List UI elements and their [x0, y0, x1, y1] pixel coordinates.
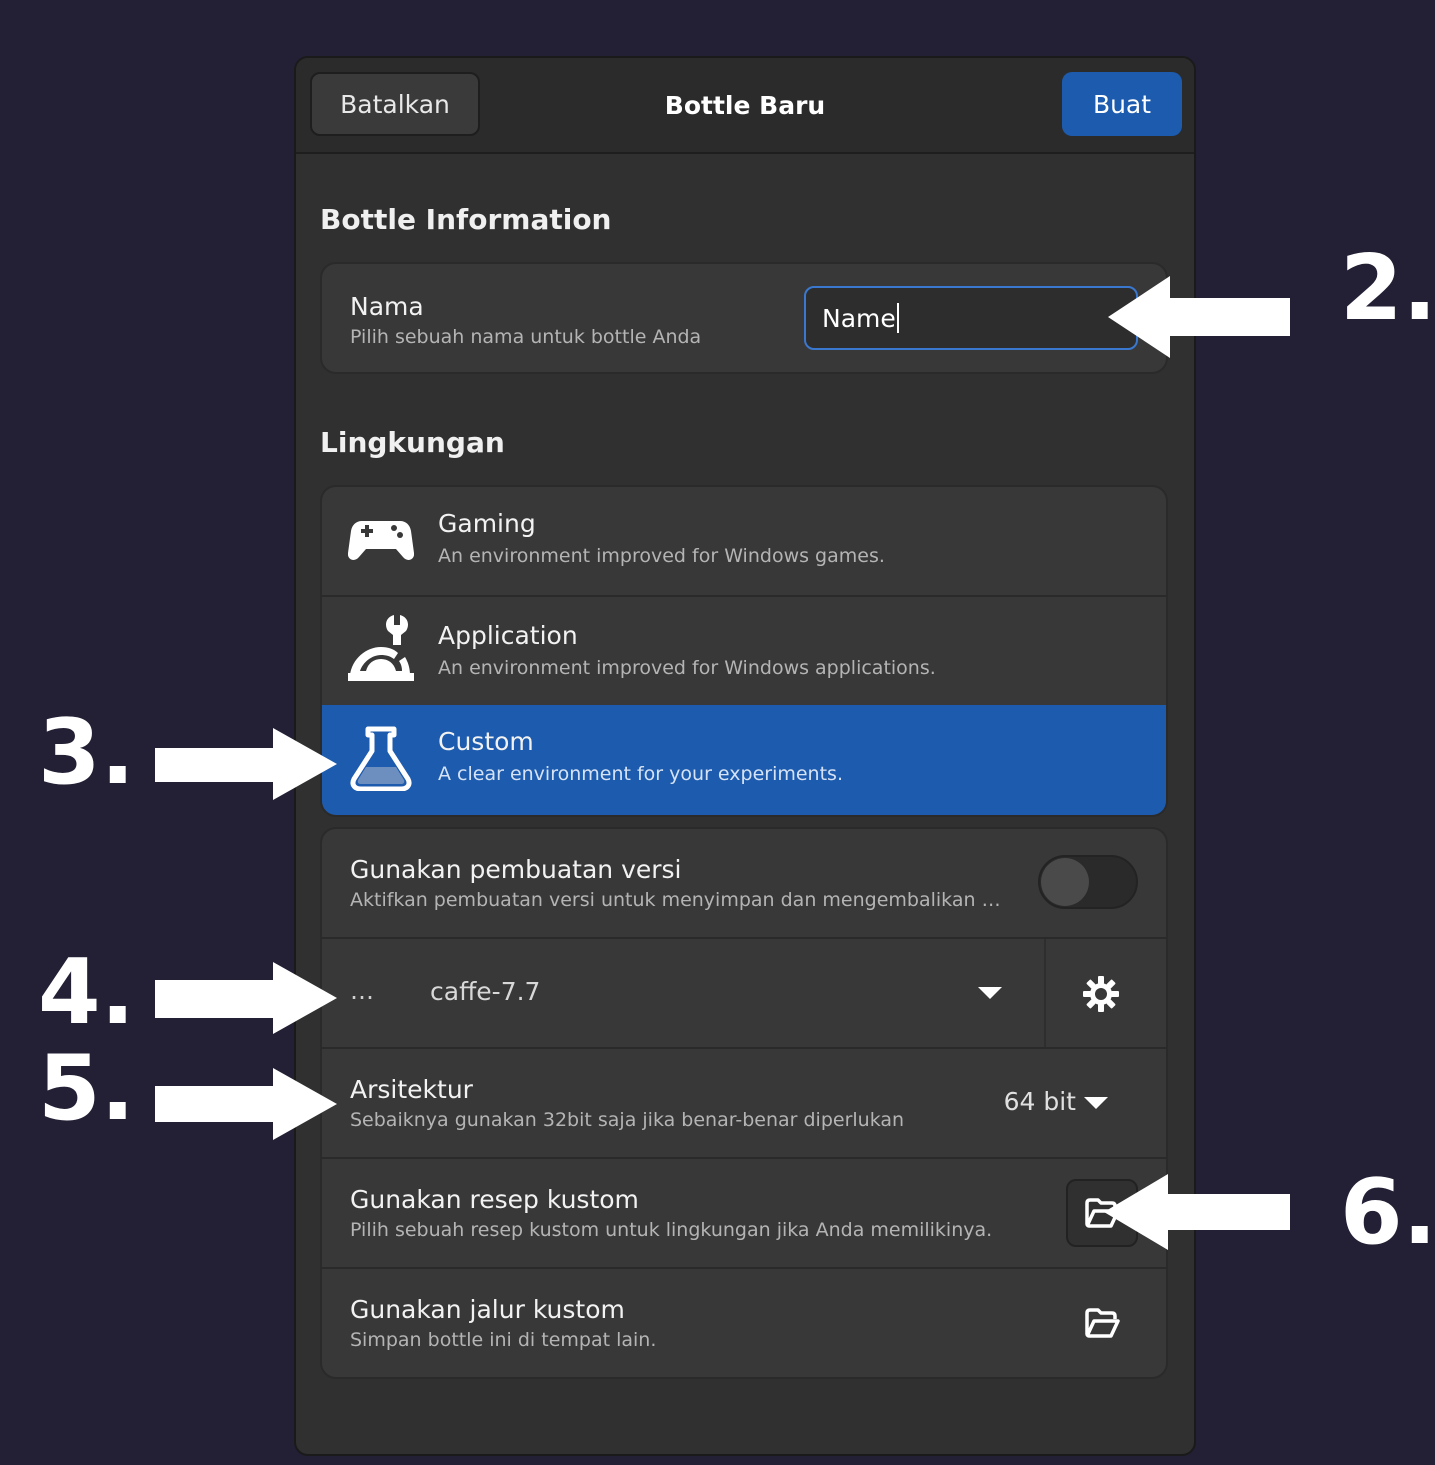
env-option-custom[interactable]: Custom A clear environment for your expe…	[322, 705, 1166, 815]
architecture-dropdown[interactable]: 64 bit	[986, 1075, 1126, 1131]
custom-path-title: Gunakan jalur kustom	[350, 1295, 625, 1324]
annotation-label-2: 2.	[1340, 236, 1435, 341]
env-application-title: Application	[438, 621, 578, 650]
environment-heading: Lingkungan	[320, 426, 505, 459]
chevron-down-icon	[978, 987, 1002, 999]
versioning-subtitle: Aktifkan pembuatan versi untuk menyimpan…	[350, 889, 1001, 911]
custom-recipe-subtitle: Pilih sebuah resep kustom untuk lingkung…	[350, 1219, 993, 1241]
env-custom-subtitle: A clear environment for your experiments…	[438, 763, 843, 785]
cancel-button[interactable]: Batalkan	[310, 72, 480, 136]
tools-icon	[348, 615, 414, 681]
annotation-arrow-right-icon	[155, 962, 337, 1034]
annotation-arrow-left-icon	[1104, 1174, 1290, 1250]
annotation-label-3: 3.	[38, 700, 135, 805]
versioning-title: Gunakan pembuatan versi	[350, 855, 682, 884]
name-input[interactable]: Name	[804, 286, 1138, 350]
custom-path-subtitle: Simpan bottle ini di tempat lain.	[350, 1329, 657, 1351]
environment-card: Gaming An environment improved for Windo…	[320, 485, 1168, 817]
options-card: Gunakan pembuatan versi Aktifkan pembuat…	[320, 827, 1168, 1379]
env-custom-title: Custom	[438, 727, 534, 756]
runner-row: … caffe-7.7	[322, 937, 1166, 1047]
env-gaming-subtitle: An environment improved for Windows game…	[438, 545, 885, 567]
toggle-knob	[1041, 858, 1089, 906]
custom-recipe-title: Gunakan resep kustom	[350, 1185, 639, 1214]
runner-dropdown[interactable]: caffe-7.7	[412, 939, 1042, 1047]
annotation-label-4: 4.	[38, 940, 135, 1045]
gear-icon[interactable]	[1082, 975, 1120, 1013]
annotation-arrow-right-icon	[155, 728, 337, 800]
custom-recipe-row: Gunakan resep kustom Pilih sebuah resep …	[322, 1157, 1166, 1267]
gamepad-icon	[348, 521, 414, 560]
folder-open-icon[interactable]	[1084, 1307, 1120, 1339]
new-bottle-dialog: Batalkan Bottle Baru Buat Bottle Informa…	[294, 56, 1196, 1456]
custom-path-row[interactable]: Gunakan jalur kustom Simpan bottle ini d…	[322, 1267, 1166, 1377]
annotation-label-6: 6.	[1340, 1160, 1435, 1265]
bottle-information-heading: Bottle Information	[320, 203, 612, 236]
name-row: Nama Pilih sebuah nama untuk bottle Anda…	[322, 264, 1166, 372]
runner-divider	[1044, 939, 1046, 1047]
architecture-title: Arsitektur	[350, 1075, 473, 1104]
name-title: Nama	[350, 292, 424, 321]
flask-icon	[350, 726, 412, 791]
versioning-row: Gunakan pembuatan versi Aktifkan pembuat…	[322, 829, 1166, 937]
architecture-row: Arsitektur Sebaiknya gunakan 32bit saja …	[322, 1047, 1166, 1157]
annotation-arrow-left-icon	[1108, 276, 1290, 358]
annotation-arrow-right-icon	[155, 1068, 337, 1140]
bottle-info-card: Nama Pilih sebuah nama untuk bottle Anda…	[320, 262, 1168, 374]
env-option-application[interactable]: Application An environment improved for …	[322, 595, 1166, 705]
chevron-down-icon	[1084, 1097, 1108, 1109]
annotation-label-5: 5.	[38, 1036, 135, 1141]
env-option-gaming[interactable]: Gaming An environment improved for Windo…	[322, 487, 1166, 595]
text-caret	[896, 303, 899, 333]
versioning-toggle[interactable]	[1038, 855, 1138, 909]
runner-value: caffe-7.7	[430, 977, 541, 1006]
architecture-subtitle: Sebaiknya gunakan 32bit saja jika benar-…	[350, 1109, 905, 1131]
runner-ellipsis: …	[350, 977, 374, 1005]
architecture-value: 64 bit	[1003, 1087, 1076, 1116]
create-button[interactable]: Buat	[1062, 72, 1182, 136]
name-subtitle: Pilih sebuah nama untuk bottle Anda	[350, 326, 702, 348]
env-gaming-title: Gaming	[438, 509, 536, 538]
env-application-subtitle: An environment improved for Windows appl…	[438, 657, 936, 679]
name-input-value: Name	[822, 303, 896, 333]
header-bar: Batalkan Bottle Baru Buat	[296, 58, 1194, 154]
